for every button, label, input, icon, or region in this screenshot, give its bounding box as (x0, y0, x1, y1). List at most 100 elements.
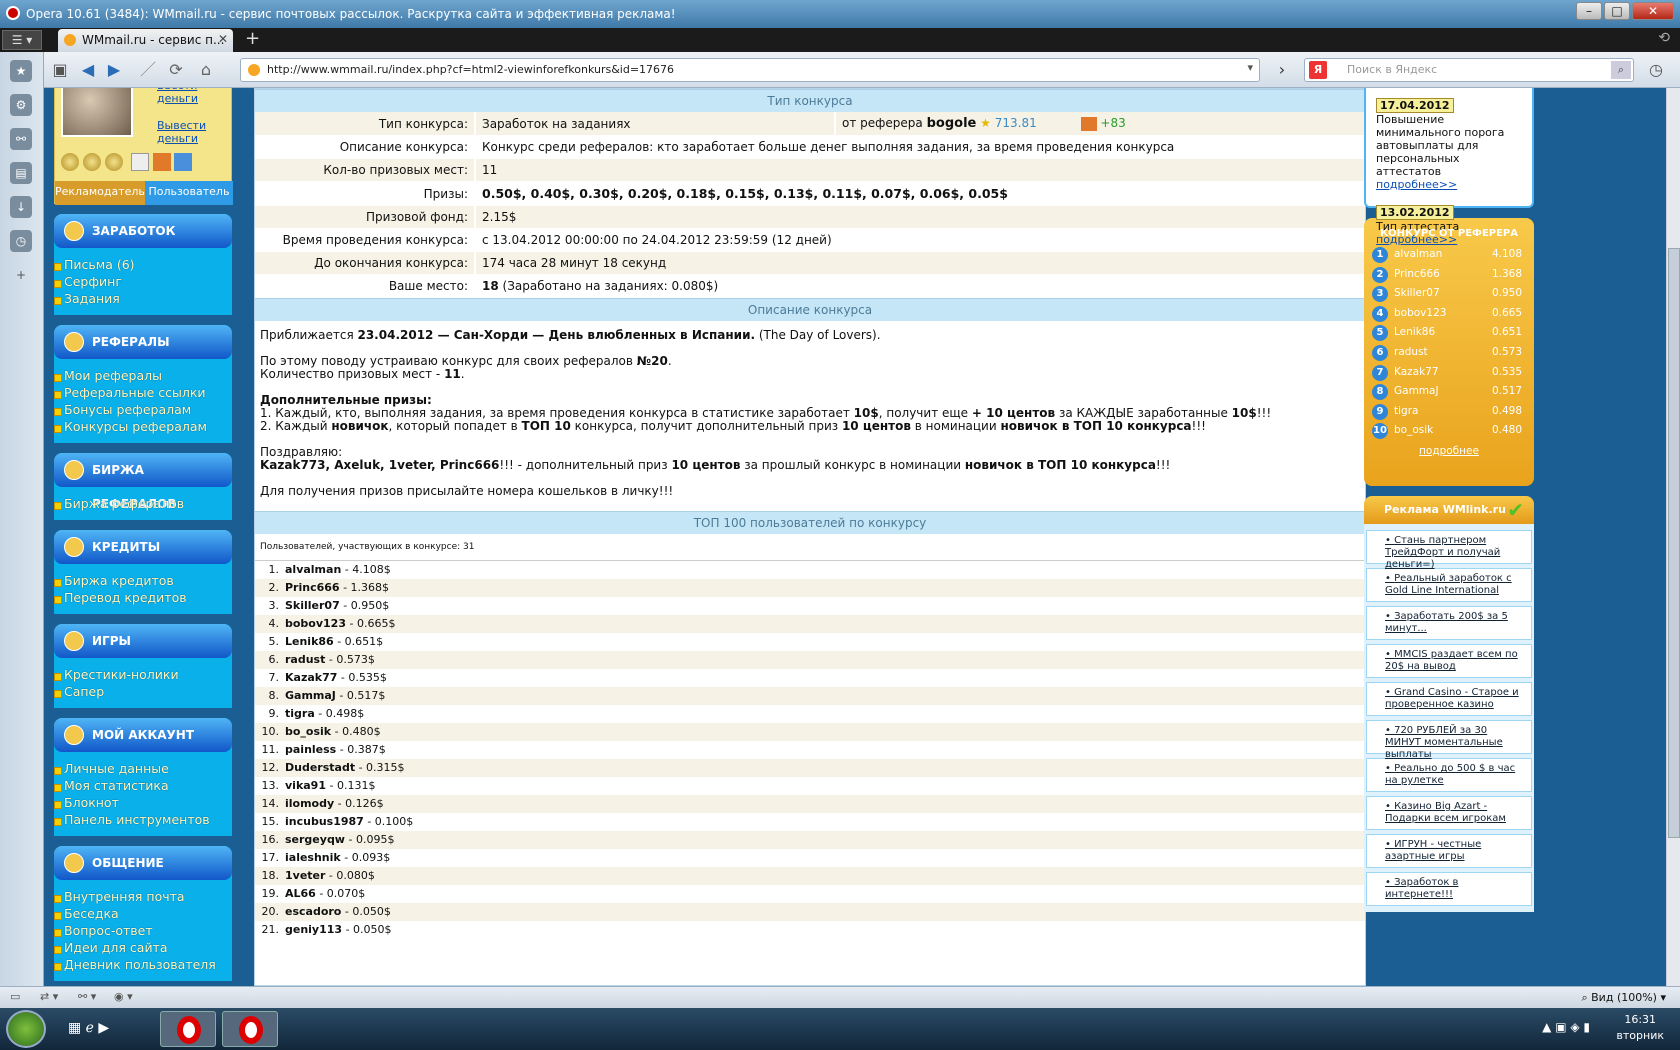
menu-item[interactable]: Личные данные (54, 760, 232, 777)
menu-item[interactable]: Биржа рефералов (54, 495, 232, 512)
tray-icons[interactable]: ▲ ▣ ◈ ▮ (1542, 1020, 1590, 1034)
ad-link[interactable]: • Казино Big Azart - Подарки всем игрока… (1366, 796, 1532, 830)
menu-item[interactable]: Задания (54, 290, 232, 307)
menu-section-header[interactable]: РЕФЕРАЛЫ (54, 325, 232, 359)
links-panel-icon[interactable]: ⚯ (10, 128, 32, 150)
menu-item[interactable]: Дневник пользователя (54, 956, 232, 973)
ad-link[interactable]: • Заработок в интернете!!! (1366, 872, 1532, 906)
zoom-level[interactable]: ⌕ Вид (100%) ▾ (1581, 991, 1666, 1005)
address-field[interactable]: http://www.wmmail.ru/index.php?cf=html2-… (240, 58, 1260, 82)
notes-panel-icon[interactable]: ▤ (10, 162, 32, 184)
rank-user[interactable]: Princ666 (285, 581, 340, 594)
referrer-contest-more-link[interactable]: подробнее (1372, 445, 1526, 457)
menu-section-header[interactable]: МОЙ АККАУНТ (54, 718, 232, 752)
close-tab-icon[interactable]: ✕ (218, 32, 228, 46)
search-field[interactable]: Я Поиск в Яндекс ⌕ (1304, 58, 1634, 82)
menu-item[interactable]: Мои рефералы (54, 367, 232, 384)
rank-user[interactable]: radust (285, 653, 325, 666)
save-icon[interactable]: ▣ (48, 58, 72, 82)
rank-user[interactable]: incubus1987 (285, 815, 364, 828)
menu-section-header[interactable]: БИРЖА РЕФЕРАЛОВ (54, 453, 232, 511)
bookmarks-panel-icon[interactable]: ★ (10, 60, 32, 82)
gift-icon[interactable] (152, 153, 171, 171)
ad-link[interactable]: • ИГРУН - честные азартные игры (1366, 834, 1532, 868)
rank-user[interactable]: GammaJ (285, 689, 336, 702)
ad-link[interactable]: • Реально до 500 $ в час на рулетке (1366, 758, 1532, 792)
rank-user[interactable]: tigra (285, 707, 315, 720)
menu-item[interactable]: Бонусы рефералам (54, 401, 232, 418)
panel-toggle-icon[interactable]: ▭ (10, 990, 20, 1003)
scrollbar-thumb[interactable] (1668, 248, 1680, 838)
speed-dial-icon[interactable]: ◉ ▾ (114, 990, 133, 1003)
rank-user[interactable]: 1veter (285, 869, 325, 882)
menu-item[interactable]: Идеи для сайта (54, 939, 232, 956)
forward-button[interactable]: ▶ (102, 58, 126, 82)
go-button[interactable]: › (1270, 58, 1294, 82)
rank-user[interactable]: Duderstadt (285, 761, 355, 774)
withdraw-link[interactable]: Вывести деньги (157, 119, 231, 145)
close-window-button[interactable]: ✕ (1632, 2, 1674, 20)
add-panel-icon[interactable]: + (10, 264, 32, 286)
ad-link[interactable]: • Стань партнером ТрейдФорт и получай де… (1366, 530, 1532, 570)
menu-item[interactable]: Серфинг (54, 273, 232, 290)
menu-item[interactable]: Беседка (54, 905, 232, 922)
rank-user[interactable]: Skiller07 (285, 599, 340, 612)
menu-item[interactable]: Крестики-нолики (54, 666, 232, 683)
yandex-icon[interactable]: Я (1309, 61, 1327, 79)
quicklaunch-icons[interactable]: ▦ ℯ ▶ (68, 1020, 109, 1036)
menu-item[interactable]: Реферальные ссылки (54, 384, 232, 401)
rank-user[interactable]: bobov123 (285, 617, 346, 630)
ad-link[interactable]: • MMCIS раздает всем по 20$ на вывод (1366, 644, 1532, 678)
referrer-name[interactable]: bogole (927, 116, 977, 131)
menu-item[interactable]: Внутренняя почта (54, 888, 232, 905)
unite-icon[interactable]: ⚯ ▾ (78, 990, 96, 1003)
tab-wmmail[interactable]: WMmail.ru - сервис п... ✕ (58, 29, 233, 52)
ad-link[interactable]: • Реальный заработок с Gold Line Interna… (1366, 568, 1532, 602)
menu-item[interactable]: Конкурсы рефералам (54, 418, 232, 435)
menu-item[interactable]: Письма (6) (54, 256, 232, 273)
home-button[interactable]: ⌂ (194, 58, 218, 82)
rank-user[interactable]: sergeyqw (285, 833, 345, 846)
taskbar-opera-2[interactable] (222, 1011, 278, 1047)
menu-item[interactable]: Панель инструментов (54, 811, 232, 828)
rank-user[interactable]: geniy113 (285, 923, 342, 936)
rank-user[interactable]: Lenik86 (285, 635, 334, 648)
edit-icon[interactable]: ／ (136, 58, 160, 82)
stats-icon[interactable] (174, 153, 193, 171)
new-tab-button[interactable]: + (245, 28, 260, 49)
menu-section-header[interactable]: ОБЩЕНИЕ (54, 846, 232, 880)
taskbar-opera-1[interactable] (160, 1011, 216, 1047)
back-button[interactable]: ◀ (76, 58, 100, 82)
tab-user[interactable]: Пользователь (144, 181, 233, 205)
ad-link[interactable]: • Grand Casino - Старое и проверенное ка… (1366, 682, 1532, 716)
menu-item[interactable]: Биржа кредитов (54, 572, 232, 589)
news-more-link[interactable]: подробнее>> (1376, 178, 1522, 191)
ad-link[interactable]: • 720 РУБЛЕЙ за 30 МИНУТ моментальные вы… (1366, 720, 1532, 760)
history-panel-icon[interactable]: ◷ (10, 230, 32, 252)
rank-user[interactable]: alvalman (285, 563, 341, 576)
menu-item[interactable]: Перевод кредитов (54, 589, 232, 606)
rank-user[interactable]: bo_osik (285, 725, 331, 738)
clock[interactable]: 16:31 вторник (1616, 1012, 1664, 1044)
opera-menu-button[interactable]: ☰ ▾ (2, 30, 42, 50)
start-button[interactable] (6, 1010, 46, 1048)
menu-item[interactable]: Моя статистика (54, 777, 232, 794)
trash-icon[interactable]: ⟲ (1658, 30, 1670, 46)
settings-panel-icon[interactable]: ⚙ (10, 94, 32, 116)
rank-user[interactable]: ialeshnik (285, 851, 341, 864)
turbo-icon[interactable]: ⇄ ▾ (40, 990, 58, 1003)
menu-item[interactable]: Сапер (54, 683, 232, 700)
maximize-button[interactable]: □ (1604, 2, 1630, 20)
rank-user[interactable]: vika91 (285, 779, 326, 792)
menu-section-header[interactable]: ИГРЫ (54, 624, 232, 658)
menu-item[interactable]: Вопрос-ответ (54, 922, 232, 939)
notepad-icon[interactable] (130, 153, 149, 171)
deposit-link[interactable]: Ввести деньги (157, 88, 231, 105)
rank-user[interactable]: ilomody (285, 797, 334, 810)
menu-section-header[interactable]: КРЕДИТЫ (54, 530, 232, 564)
chevron-down-icon[interactable]: ▾ (1247, 61, 1253, 74)
menu-section-header[interactable]: ЗАРАБОТОК (54, 214, 232, 248)
ad-link[interactable]: • Заработать 200$ за 5 минут... (1366, 606, 1532, 640)
minimize-button[interactable]: – (1576, 2, 1602, 20)
rank-user[interactable]: AL66 (285, 887, 316, 900)
